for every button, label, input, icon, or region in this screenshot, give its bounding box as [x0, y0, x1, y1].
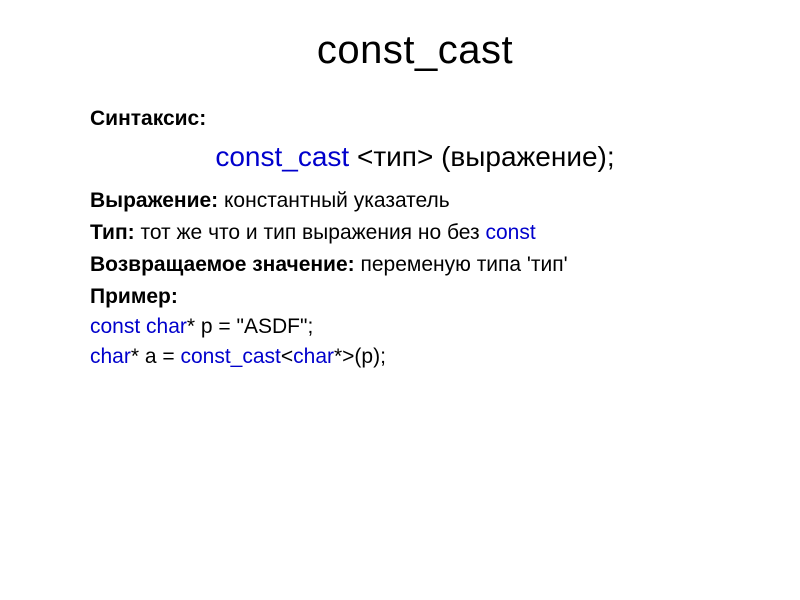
code-text: * p = "ASDF"; — [187, 315, 313, 338]
code-line-2: char* a = const_cast<char*>(p); — [90, 345, 740, 369]
type-value-text: тот же что и тип выражения но без — [140, 221, 485, 244]
code-text: *>(p); — [334, 345, 386, 368]
kw-char: char — [293, 345, 334, 368]
code-text: * a = — [131, 345, 181, 368]
example-label: Пример: — [90, 285, 740, 309]
slide: const_cast Синтаксис: const_cast <тип> (… — [0, 0, 800, 600]
syntax-expression: const_cast <тип> (выражение); — [90, 141, 740, 173]
expression-value: константный указатель — [224, 189, 450, 212]
type-row: Тип: тот же что и тип выражения но без c… — [90, 221, 740, 245]
expression-row: Выражение: константный указатель — [90, 189, 740, 213]
return-row: Возвращаемое значение: переменую типа 'т… — [90, 253, 740, 277]
expression-label: Выражение: — [90, 189, 224, 212]
slide-title: const_cast — [90, 28, 740, 73]
return-value: переменую типа 'тип' — [360, 253, 567, 276]
type-value-keyword: const — [485, 221, 535, 244]
kw-const-cast: const_cast — [180, 345, 280, 368]
type-label: Тип: — [90, 221, 140, 244]
syntax-label: Синтаксис: — [90, 107, 740, 131]
kw-char: char — [146, 315, 187, 338]
return-label: Возвращаемое значение: — [90, 253, 360, 276]
syntax-template: <тип> (выражение); — [349, 141, 614, 172]
kw-char: char — [90, 345, 131, 368]
code-line-1: const char* p = "ASDF"; — [90, 315, 740, 339]
code-text: < — [281, 345, 293, 368]
keyword-const-cast: const_cast — [215, 141, 349, 172]
kw-const: const — [90, 315, 140, 338]
